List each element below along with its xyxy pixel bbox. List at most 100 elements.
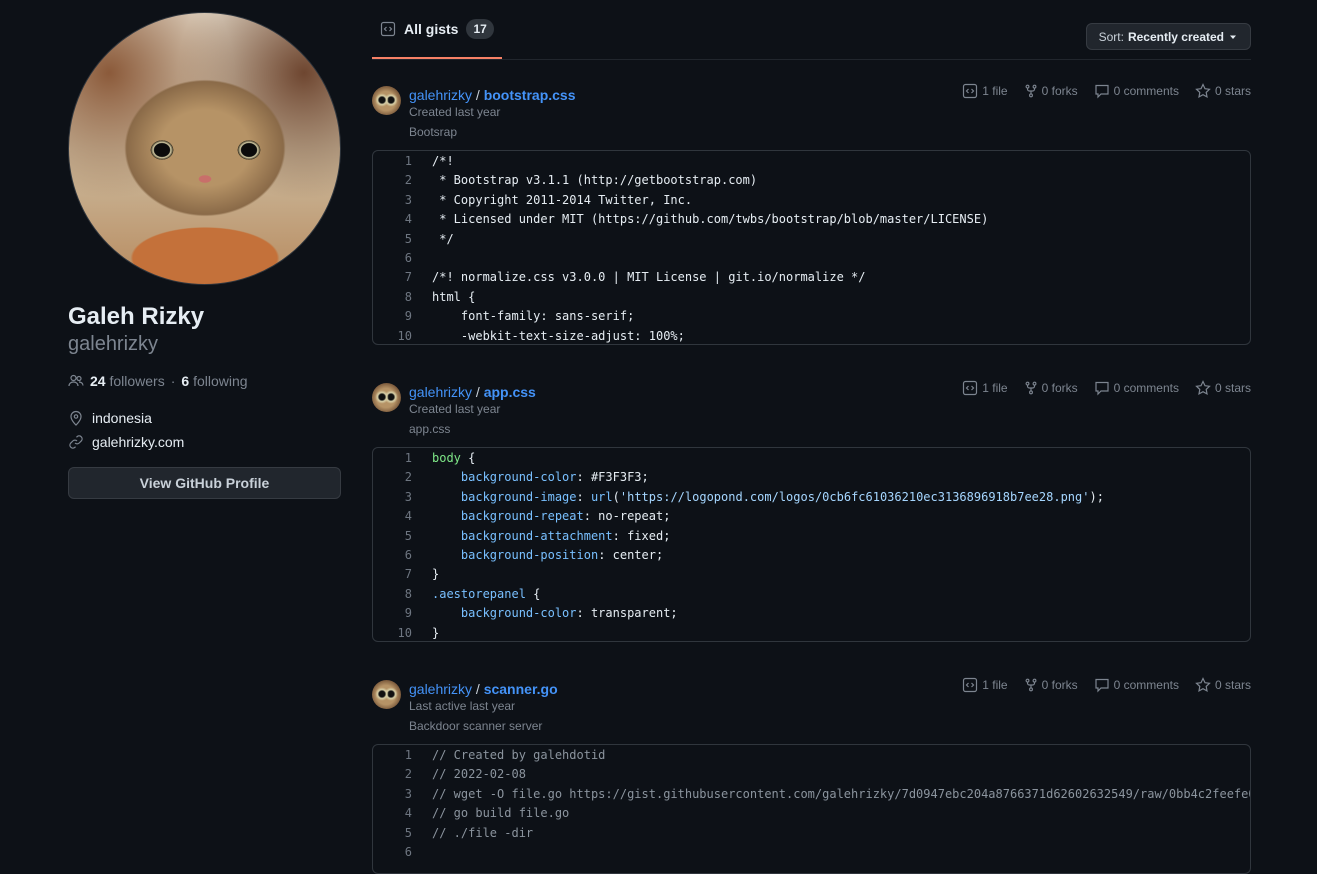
gist-title: galehrizky / bootstrap.css <box>409 86 576 104</box>
line-number[interactable]: 6 <box>373 546 432 565</box>
line-code: background-repeat: no-repeat; <box>460 509 671 524</box>
profile-avatar[interactable] <box>68 12 341 285</box>
gist-forks-link[interactable]: 0 forks <box>1024 678 1078 692</box>
line-number[interactable]: 9 <box>373 307 432 326</box>
line-number[interactable]: 2 <box>373 765 432 784</box>
gist-files-link[interactable]: 1 file <box>962 380 1008 396</box>
line-number[interactable]: 2 <box>373 468 432 487</box>
line-number[interactable]: 3 <box>373 785 432 804</box>
gist-timestamp: Created last year <box>409 105 501 119</box>
profile-meta: indonesia galehrizky.com <box>68 406 341 454</box>
gist-owner-link[interactable]: galehrizky <box>409 384 472 400</box>
line-number[interactable]: 7 <box>373 565 432 584</box>
line-number[interactable]: 1 <box>373 746 432 765</box>
gist-files-link[interactable]: 1 file <box>962 677 1008 693</box>
gist-filename-link[interactable]: bootstrap.css <box>484 87 576 103</box>
line-code: background-attachment: fixed; <box>460 528 671 543</box>
gist-comments-link[interactable]: 0 comments <box>1094 380 1179 396</box>
code-line: 5// ./file -dir <box>373 824 1250 843</box>
line-code: */ <box>432 231 454 246</box>
line-number[interactable]: 4 <box>373 804 432 823</box>
line-code: background-position: center; <box>460 547 664 562</box>
gist-title-separator: / <box>472 87 484 103</box>
gist-owner-avatar[interactable] <box>372 86 401 115</box>
code-line: 10 -webkit-text-size-adjust: 100%; <box>373 327 1250 344</box>
link-icon <box>68 434 84 450</box>
line-number[interactable]: 1 <box>373 449 432 468</box>
caret-down-icon <box>1228 32 1238 42</box>
gist-header: galehrizky / bootstrap.css Created last y… <box>372 60 1251 139</box>
gist-forks-link[interactable]: 0 forks <box>1024 84 1078 98</box>
comment-icon <box>1094 677 1110 693</box>
gist-comments-link[interactable]: 0 comments <box>1094 677 1179 693</box>
code-line: 1// Created by galehdotid <box>373 746 1250 765</box>
gist-owner-link[interactable]: galehrizky <box>409 87 472 103</box>
gist-code-preview[interactable]: 1/*! 2 * Bootstrap v3.1.1 (http://getboot… <box>372 150 1251 345</box>
code-line: 7/*! normalize.css v3.0.0 | MIT License … <box>373 268 1250 287</box>
line-number[interactable]: 5 <box>373 824 432 843</box>
line-number[interactable]: 2 <box>373 171 432 190</box>
website-link[interactable]: galehrizky.com <box>92 434 184 450</box>
fork-icon <box>1024 678 1038 692</box>
gist-stars-label: 0 stars <box>1214 84 1251 98</box>
line-code: } <box>432 567 440 582</box>
line-code: .aestorepanel { <box>432 586 541 601</box>
code-line: 8 html { <box>373 288 1250 307</box>
line-number[interactable]: 3 <box>373 488 432 507</box>
line-code: font-family: sans-serif; <box>432 309 635 324</box>
line-number[interactable]: 7 <box>373 268 432 287</box>
line-number[interactable]: 1 <box>373 152 432 171</box>
following-link[interactable]: 6 following <box>181 373 247 389</box>
line-number[interactable]: 4 <box>373 507 432 526</box>
gist-filename-link[interactable]: app.css <box>484 384 536 400</box>
gist-forks-label: 0 forks <box>1041 84 1078 98</box>
gist-files-link[interactable]: 1 file <box>962 83 1008 99</box>
view-github-profile-button[interactable]: View GitHub Profile <box>68 467 341 499</box>
website-item: galehrizky.com <box>68 430 341 454</box>
gist-forks-link[interactable]: 0 forks <box>1024 381 1078 395</box>
gist-code-preview[interactable]: 1 body {2 background-color: #F3F3F3; 3 bac… <box>372 447 1251 642</box>
gist-code-preview[interactable]: 1// Created by galehdotid 2// 2022-02-08 3… <box>372 744 1251 874</box>
code-line: 2// 2022-02-08 <box>373 765 1250 784</box>
code-line: 3 background-image: url('https://logopon… <box>373 488 1250 507</box>
line-number[interactable]: 8 <box>373 288 432 307</box>
line-number[interactable]: 6 <box>373 843 432 862</box>
code-line: 8 .aestorepanel { <box>373 585 1250 604</box>
gist-owner-avatar[interactable] <box>372 680 401 709</box>
line-code: background-color: #F3F3F3; <box>460 470 649 485</box>
code-line: 5 */ <box>373 230 1250 249</box>
line-number[interactable]: 5 <box>373 527 432 546</box>
profile-name: Galeh Rizky <box>68 303 205 330</box>
followers-link[interactable]: 24 followers <box>90 373 165 389</box>
gist-description: Bootsrap <box>409 125 458 139</box>
line-number[interactable]: 9 <box>373 604 432 623</box>
gist-comments-link[interactable]: 0 comments <box>1094 83 1179 99</box>
code-line: 9 background-color: transparent; <box>373 604 1250 623</box>
gist-stars-link[interactable]: 0 stars <box>1195 83 1251 99</box>
line-code: background-image: url('https://logopond.… <box>460 489 1104 504</box>
line-number[interactable]: 10 <box>373 327 432 344</box>
gist-stats: 1 file 0 forks 0 comments 0 stars <box>962 83 1251 99</box>
line-number[interactable]: 8 <box>373 585 432 604</box>
file-code-icon <box>962 83 978 99</box>
line-number[interactable]: 6 <box>373 249 432 268</box>
line-code: background-color: transparent; <box>460 606 678 621</box>
line-code: // ./file -dir <box>432 825 534 840</box>
line-number[interactable]: 3 <box>373 191 432 210</box>
gist-stars-link[interactable]: 0 stars <box>1195 380 1251 396</box>
gist-stars-link[interactable]: 0 stars <box>1195 677 1251 693</box>
gist-description: Backdoor scanner server <box>409 719 543 733</box>
gist-owner-link[interactable]: galehrizky <box>409 681 472 697</box>
followers-count: 24 <box>90 373 106 389</box>
code-line: 3// wget -O file.go https://gist.githubu… <box>373 785 1250 804</box>
tab-all-gists[interactable]: All gists 17 <box>372 0 502 59</box>
code-line: 4 * Licensed under MIT (https://github.c… <box>373 210 1250 229</box>
star-icon <box>1195 380 1211 396</box>
line-number[interactable]: 5 <box>373 230 432 249</box>
gist-filename-link[interactable]: scanner.go <box>484 681 558 697</box>
line-number[interactable]: 4 <box>373 210 432 229</box>
line-number[interactable]: 10 <box>373 624 432 641</box>
gist-owner-avatar[interactable] <box>372 383 401 412</box>
sort-dropdown[interactable]: Sort: Recently created <box>1085 23 1251 50</box>
gist-header: galehrizky / app.css Created last year app… <box>372 357 1251 436</box>
